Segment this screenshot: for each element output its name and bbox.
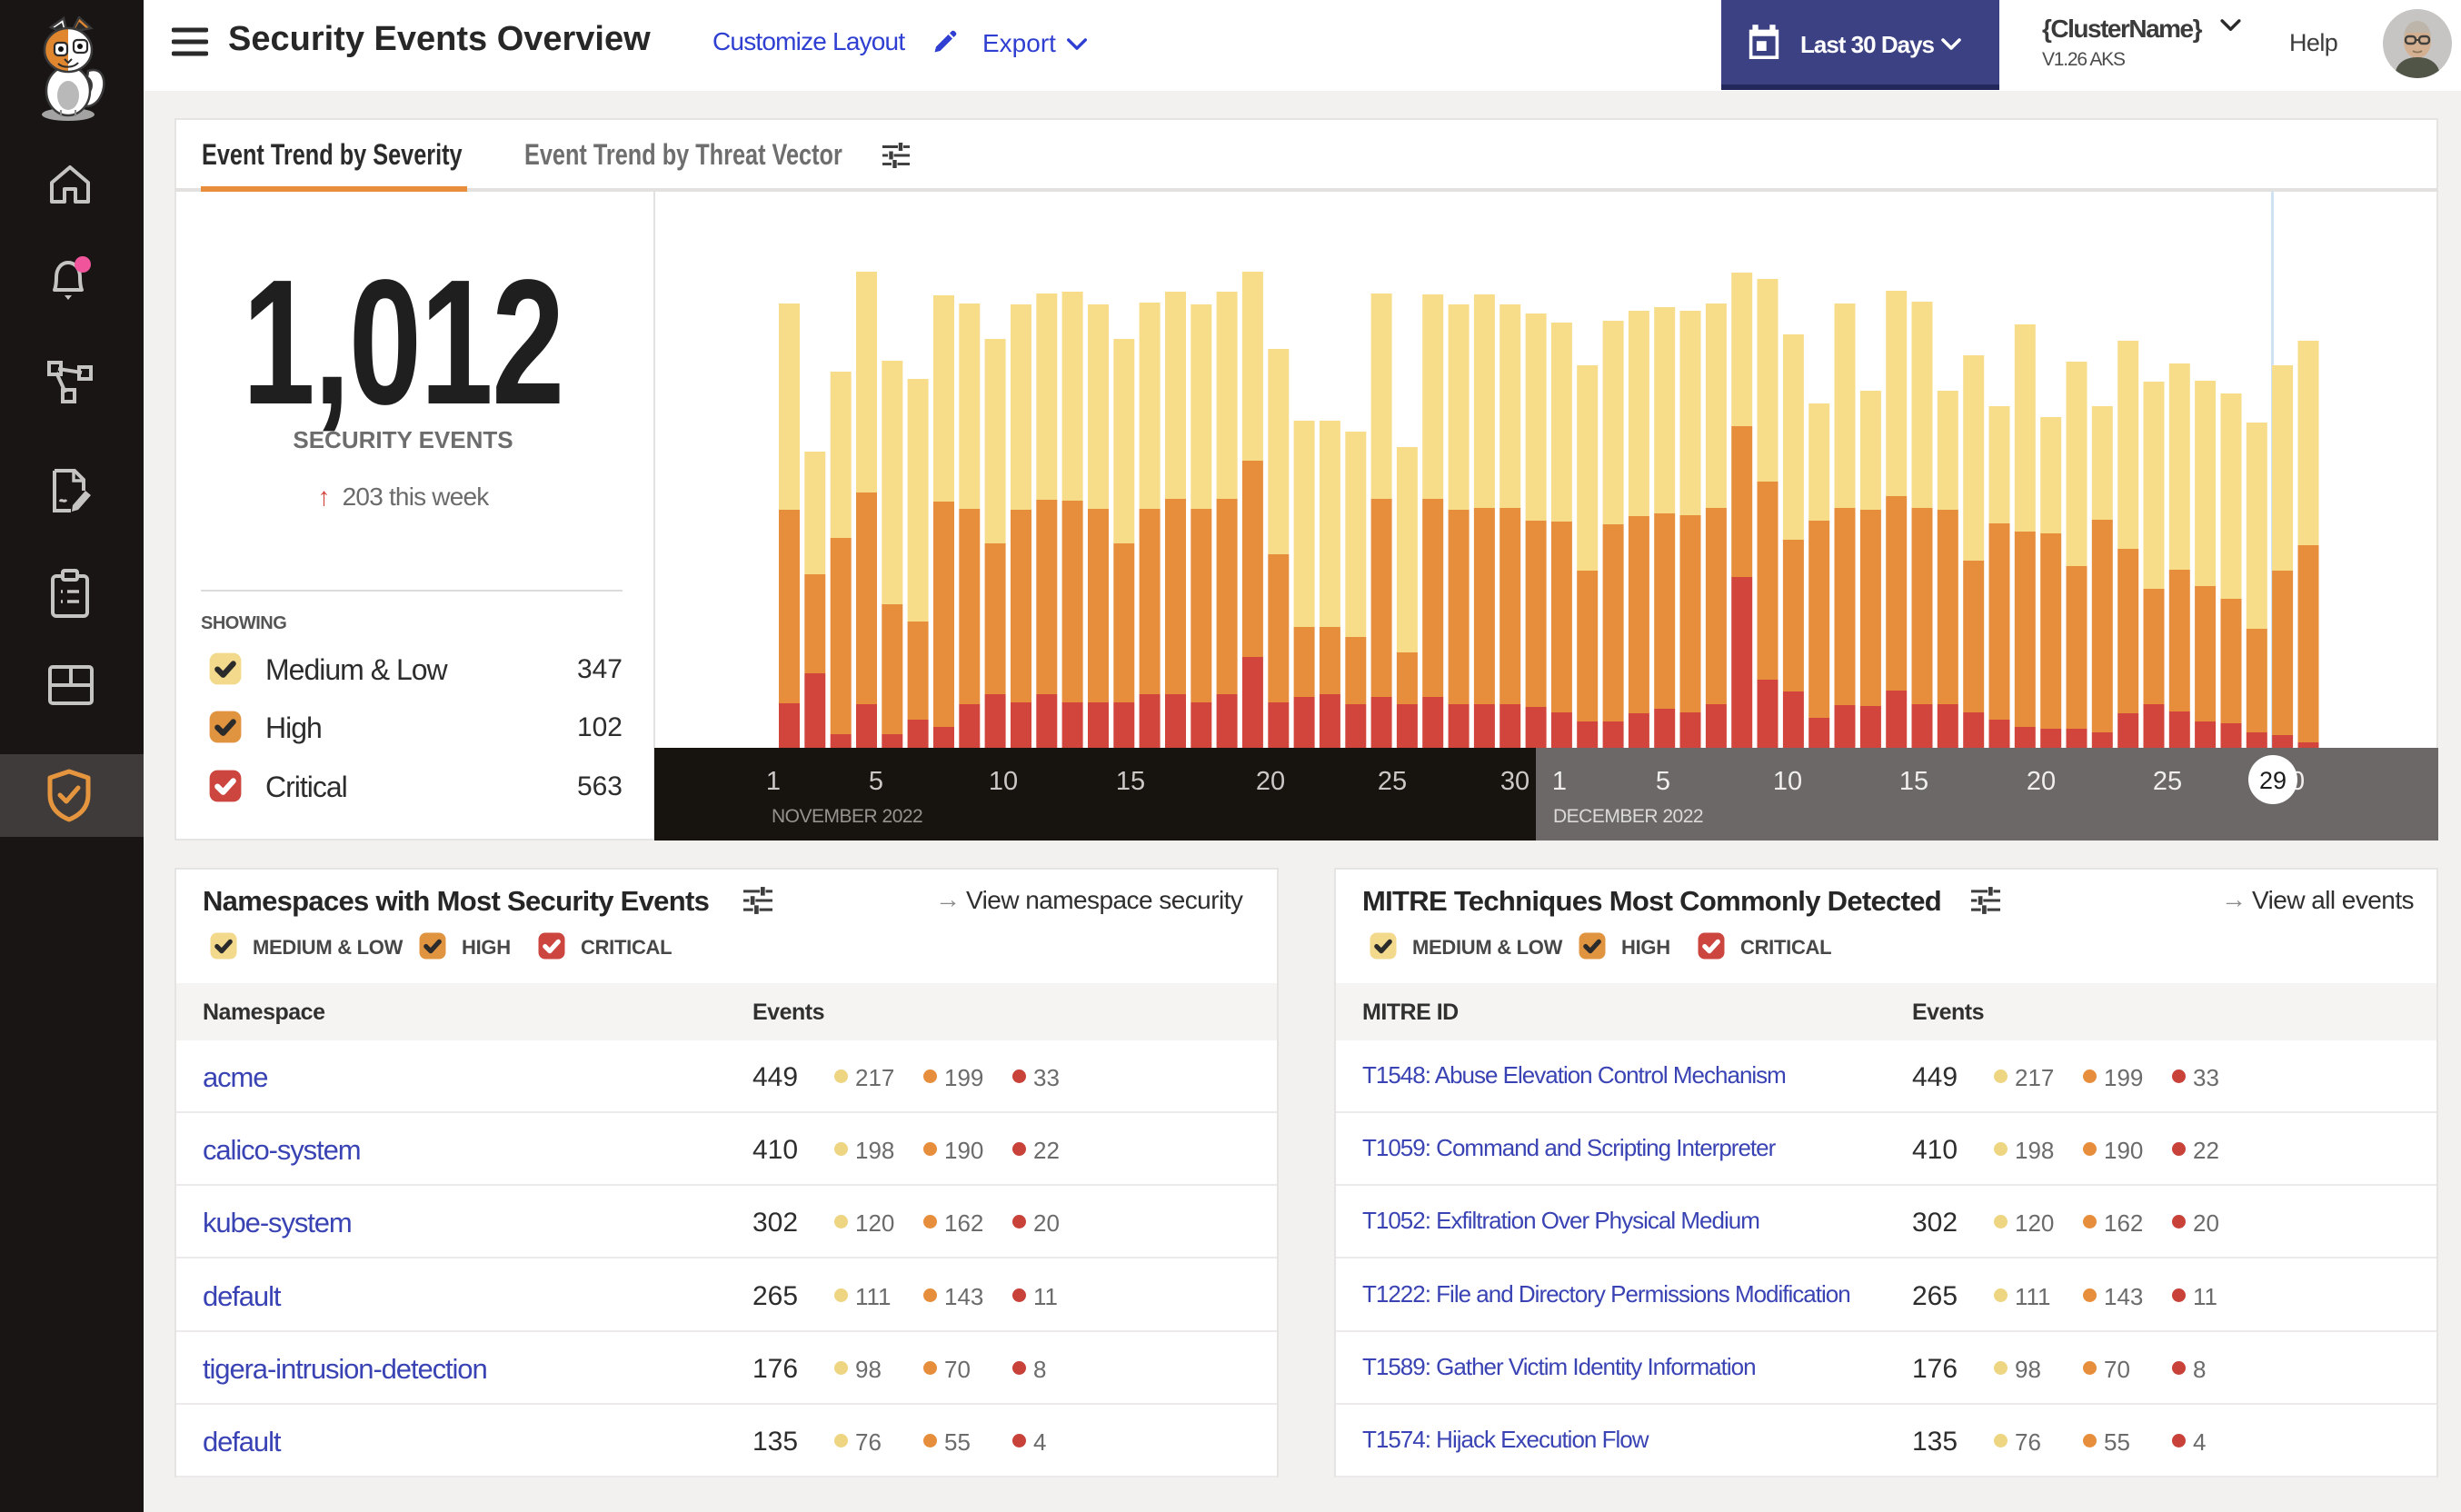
svg-text:5: 5 [869, 767, 883, 796]
svg-text:20: 20 [2027, 767, 2056, 796]
svg-text:29: 29 [2259, 767, 2287, 794]
svg-text:DECEMBER 2022: DECEMBER 2022 [1553, 806, 1703, 827]
svg-text:NOVEMBER 2022: NOVEMBER 2022 [772, 806, 922, 827]
svg-text:10: 10 [1773, 767, 1802, 796]
svg-text:30: 30 [1500, 767, 1529, 796]
svg-text:25: 25 [2153, 767, 2182, 796]
svg-text:20: 20 [1256, 767, 1285, 796]
svg-text:25: 25 [1378, 767, 1407, 796]
svg-text:5: 5 [1656, 767, 1670, 796]
svg-text:10: 10 [989, 767, 1018, 796]
svg-text:15: 15 [1899, 767, 1928, 796]
svg-text:1: 1 [1552, 767, 1567, 796]
svg-text:1: 1 [766, 767, 781, 796]
svg-text:15: 15 [1116, 767, 1145, 796]
